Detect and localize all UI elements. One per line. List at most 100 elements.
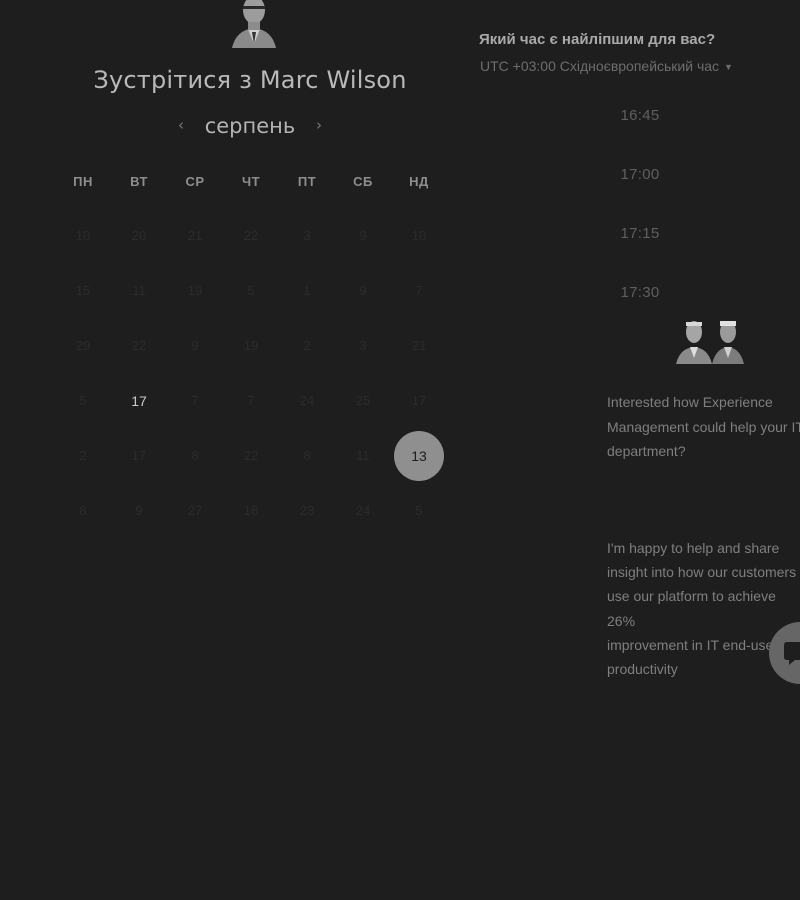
calendar-day-number: 1 xyxy=(303,283,311,298)
timezone-select[interactable]: UTC +03:00 Східноєвропейський час ▼ xyxy=(480,58,733,74)
calendar-day: 7 xyxy=(391,263,447,318)
calendar-day: 17 xyxy=(391,373,447,428)
weekday-label: ЧТ xyxy=(241,174,261,189)
calendar-day: 9 xyxy=(111,483,167,538)
calendar-day: 3 xyxy=(279,208,335,263)
calendar-day-number: 15 xyxy=(75,283,91,298)
calendar-day-number: 22 xyxy=(243,448,259,463)
calendar-day: 15 xyxy=(55,263,111,318)
calendar-day-number: 11 xyxy=(356,448,370,463)
calendar-day: 11 xyxy=(111,263,167,318)
calendar-day-number: 18 xyxy=(243,503,259,518)
calendar-day-number: 24 xyxy=(299,393,315,408)
calendar-day-number: 27 xyxy=(187,503,203,518)
calendar-day-number: 7 xyxy=(191,393,199,408)
calendar-week: 2 17 8 22 8 11 13 xyxy=(55,428,447,483)
calendar-day: 9 xyxy=(335,208,391,263)
calendar-day-number: 13 xyxy=(411,447,427,464)
calendar-day: 9 xyxy=(335,263,391,318)
calendar-day-number: 22 xyxy=(243,228,259,243)
month-navigation: ‹ серпень › xyxy=(0,114,500,138)
calendar-day-number: 29 xyxy=(75,338,91,353)
calendar-day: 2 xyxy=(279,318,335,373)
calendar-day: 11 xyxy=(335,428,391,483)
calendar-day-number: 5 xyxy=(79,393,87,408)
weekday-label: ПТ xyxy=(297,174,317,189)
calendar-day: 10 xyxy=(391,208,447,263)
calendar-day-selected[interactable]: 13 xyxy=(391,428,447,483)
time-slot[interactable]: 16:45 xyxy=(560,92,720,151)
page-title: Зустрітися з Marc Wilson xyxy=(93,66,407,94)
calendar-day-number: 9 xyxy=(359,283,367,298)
calendar-week: 5 17 7 7 24 25 17 xyxy=(55,373,447,428)
weekday-label: НД xyxy=(409,174,429,189)
caret-down-icon: ▼ xyxy=(724,62,733,72)
chat-bubble-icon xyxy=(784,642,800,665)
calendar-day-number: 17 xyxy=(131,392,147,409)
calendar-day: 1 xyxy=(279,263,335,318)
calendar-day: 17 xyxy=(111,428,167,483)
calendar-day-number: 22 xyxy=(131,338,147,353)
calendar-day-number: 19 xyxy=(187,283,203,298)
calendar-day-number: 23 xyxy=(299,503,315,518)
promo-paragraph: Interested how Experience Management cou… xyxy=(607,394,800,459)
calendar-day-number: 7 xyxy=(415,283,423,298)
calendar-day: 24 xyxy=(335,483,391,538)
calendar-day: 20 xyxy=(111,208,167,263)
calendar-week: 15 11 19 5 1 9 7 xyxy=(55,263,447,318)
month-label: серпень xyxy=(204,114,296,138)
calendar-day: 5 xyxy=(223,263,279,318)
calendar-week: 10 20 21 22 3 9 10 xyxy=(55,208,447,263)
chevron-right-icon[interactable]: › xyxy=(302,116,336,134)
time-slot[interactable]: 17:00 xyxy=(560,151,720,210)
calendar-day-number: 8 xyxy=(303,448,311,463)
calendar-day-number: 19 xyxy=(243,338,259,353)
calendar-day: 3 xyxy=(335,318,391,373)
calendar-day: 23 xyxy=(279,483,335,538)
weekday-header: ПН ВТ СР ЧТ ПТ СБ НД xyxy=(55,174,447,189)
calendar-day-number: 25 xyxy=(355,393,371,408)
weekday-label: СБ xyxy=(353,174,373,189)
time-slot-list: 16:45 17:00 17:15 17:30 xyxy=(560,92,720,328)
calendar-day-number: 10 xyxy=(75,228,91,243)
host-avatar xyxy=(228,0,280,48)
calendar-day-number: 20 xyxy=(131,228,147,243)
weekday-label: СР xyxy=(185,174,205,189)
calendar-day-number: 2 xyxy=(303,338,311,353)
calendar-day: 8 xyxy=(55,483,111,538)
calendar-day: 7 xyxy=(223,373,279,428)
calendar-day-number: 9 xyxy=(359,228,367,243)
calendar-day-number: 11 xyxy=(132,283,146,298)
calendar-day-number: 9 xyxy=(191,338,199,353)
calendar-grid: 10 20 21 22 3 9 10 15 11 19 5 1 9 7 29 22 9 19 2 3 21 5 17 7 7 24… xyxy=(55,208,447,538)
chevron-left-icon[interactable]: ‹ xyxy=(164,116,198,134)
calendar-day-number: 7 xyxy=(247,393,255,408)
calendar-day: 24 xyxy=(279,373,335,428)
calendar-day-number: 3 xyxy=(359,338,367,353)
calendar-day-number: 5 xyxy=(247,283,255,298)
calendar-day-number: 8 xyxy=(79,503,87,518)
calendar-day: 19 xyxy=(223,318,279,373)
calendar-day-number: 9 xyxy=(135,503,143,518)
calendar-day: 25 xyxy=(335,373,391,428)
weekday-label: ВТ xyxy=(130,174,148,189)
time-slot[interactable]: 17:15 xyxy=(560,210,720,269)
calendar-day: 5 xyxy=(391,483,447,538)
calendar-day: 8 xyxy=(167,428,223,483)
calendar-day: 10 xyxy=(55,208,111,263)
calendar-day: 18 xyxy=(223,483,279,538)
calendar-day-number: 17 xyxy=(411,393,427,408)
calendar-day: 21 xyxy=(391,318,447,373)
calendar-day: 5 xyxy=(55,373,111,428)
calendar-day: 27 xyxy=(167,483,223,538)
calendar-day: 19 xyxy=(167,263,223,318)
weekday-label: ПН xyxy=(73,174,93,189)
calendar-day: 29 xyxy=(55,318,111,373)
calendar-day-number: 17 xyxy=(131,448,147,463)
calendar-day: 7 xyxy=(167,373,223,428)
calendar-day-number: 2 xyxy=(79,448,87,463)
calendar-day: 21 xyxy=(167,208,223,263)
calendar-day: 22 xyxy=(111,318,167,373)
calendar-day[interactable]: 17 xyxy=(111,373,167,428)
calendar-day-number: 24 xyxy=(355,503,371,518)
